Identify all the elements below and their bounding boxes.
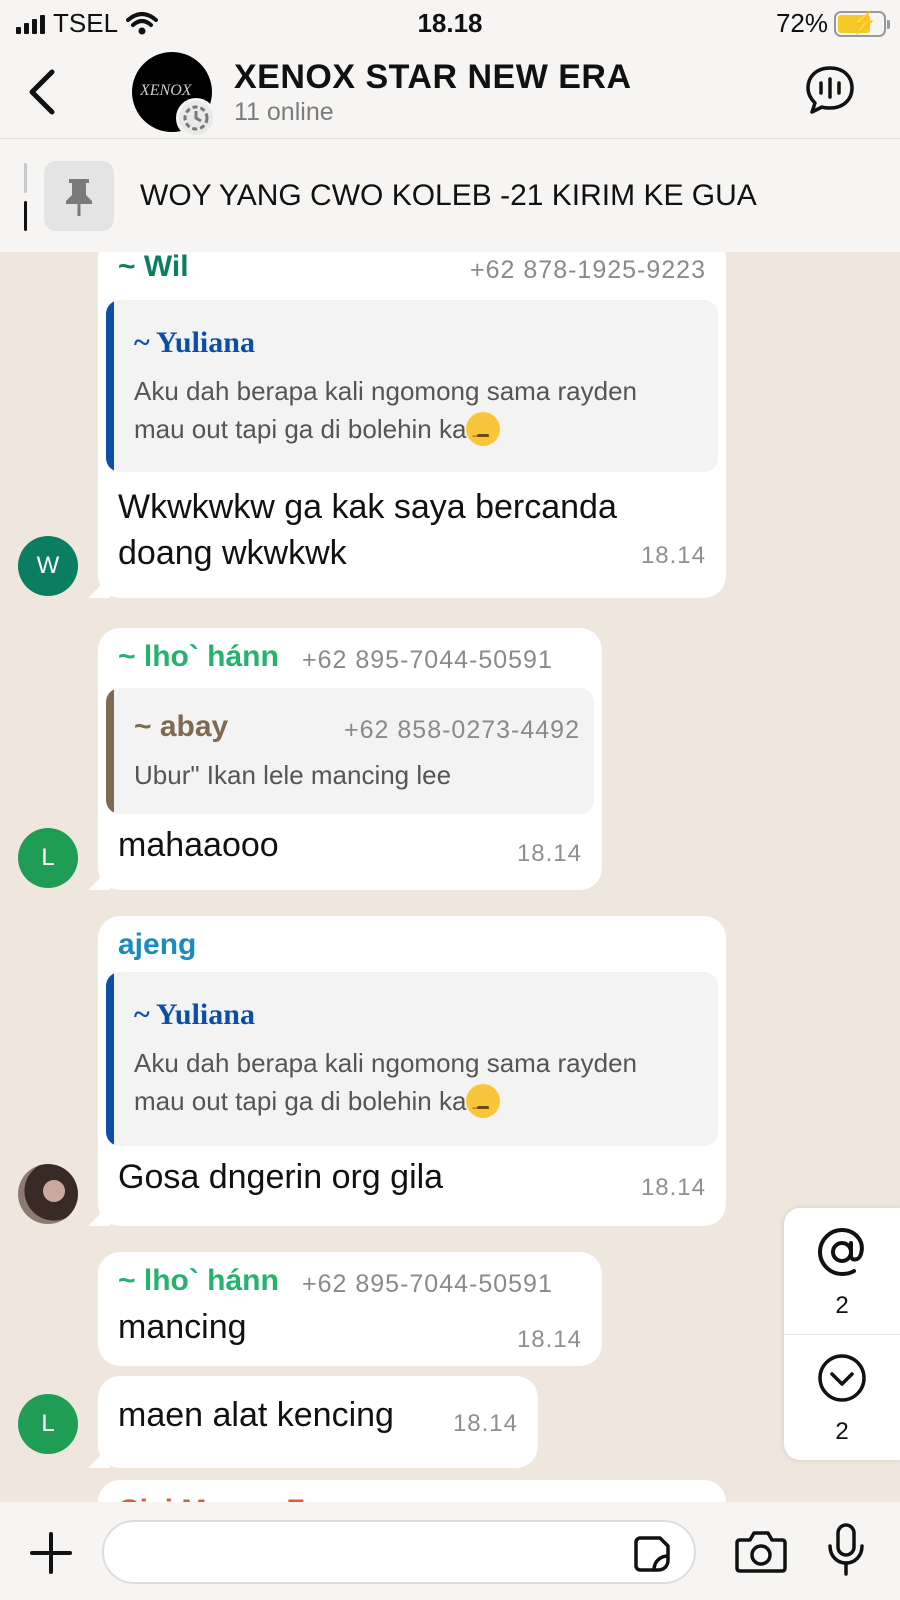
- camera-icon[interactable]: [734, 1528, 788, 1574]
- back-icon[interactable]: [22, 62, 62, 122]
- scroll-down-icon[interactable]: [816, 1352, 868, 1404]
- quoted-message[interactable]: ~ Yuliana Aku dah berapa kali ngomong sa…: [106, 300, 718, 472]
- message-time: 18.14: [516, 840, 582, 867]
- quote-line: mau out tapi ga di bolehin ka: [134, 1086, 467, 1116]
- quote-line: Aku dah berapa kali ngomong sama rayden: [134, 1048, 637, 1078]
- message-line: Wkwkwkw ga kak saya bercanda: [118, 488, 617, 526]
- sender-phone: +62 878-1925-9223: [470, 256, 706, 284]
- quoted-message[interactable]: ~ Yuliana Aku dah berapa kali ngomong sa…: [106, 972, 718, 1146]
- status-bar: TSEL 18.18 72% ⚡: [0, 0, 900, 46]
- sender-name[interactable]: ajeng: [118, 928, 196, 962]
- message-time: 18.14: [452, 1410, 518, 1437]
- battery-icon: ⚡: [834, 10, 890, 37]
- message-bubble[interactable]: ~ lho` hánn +62 895-7044-50591 ~ abay +6…: [98, 628, 602, 890]
- message-text: maen alat kencing: [118, 1396, 394, 1434]
- quote-sender: ~ abay: [134, 710, 229, 743]
- sender-phone: +62 895-7044-50591: [302, 646, 553, 674]
- message-text: Gosa dngerin org gila: [118, 1158, 444, 1196]
- composer-bar: [0, 1502, 900, 1600]
- quote-phone: +62 858-0273-4492: [344, 716, 580, 744]
- quote-sender: ~ Yuliana: [134, 998, 255, 1031]
- sender-name[interactable]: ~ Wil: [118, 252, 189, 284]
- avatar[interactable]: L: [18, 828, 78, 888]
- battery-percent: 72%: [775, 8, 828, 38]
- chat-header: XENOX XENOX STAR NEW ERA 11 online: [0, 46, 900, 138]
- message-bubble[interactable]: ~ Wil +62 878-1925-9223 ~ Yuliana Aku da…: [98, 252, 726, 598]
- pinned-text: WOY YANG CWO KOLEB -21 KIRIM KE GUA: [140, 179, 757, 212]
- clock: 18.18: [417, 8, 483, 38]
- status-right: 72% ⚡: [775, 8, 890, 39]
- quote-line: mau out tapi ga di bolehin ka: [134, 414, 467, 444]
- message-text: mahaaooo: [118, 826, 279, 864]
- sender-name[interactable]: ~ lho` hánn: [118, 1264, 279, 1298]
- group-logo-text: XENOX: [140, 82, 192, 99]
- message-text: Wkwkwkw ga kak saya bercanda doang wkwkw…: [118, 484, 617, 576]
- group-title[interactable]: XENOX STAR NEW ERA: [234, 58, 632, 97]
- pin-indicator: [24, 163, 28, 231]
- quote-text: Aku dah berapa kali ngomong sama rayden …: [134, 1044, 704, 1126]
- message-line: doang wkwkwk: [118, 534, 347, 572]
- voice-chat-icon[interactable]: [804, 64, 856, 116]
- microphone-icon[interactable]: [826, 1522, 866, 1578]
- unamused-emoji-icon: [466, 412, 501, 454]
- quote-bar: [106, 688, 114, 814]
- avatar-photo[interactable]: [18, 1164, 78, 1224]
- pinned-message-bar[interactable]: WOY YANG CWO KOLEB -21 KIRIM KE GUA: [0, 138, 900, 252]
- message-input[interactable]: [102, 1520, 696, 1584]
- unamused-emoji-icon: [466, 1084, 501, 1126]
- message-bubble[interactable]: Cici Meong Zunor: [98, 1480, 726, 1502]
- quote-text: Ubur" Ikan lele mancing lee: [134, 760, 452, 790]
- sticker-icon[interactable]: [632, 1534, 672, 1574]
- quote-bar: [106, 972, 114, 1146]
- pin-icon: [44, 161, 114, 231]
- quote-sender: ~ Yuliana: [134, 326, 255, 359]
- message-bubble[interactable]: maen alat kencing 18.14: [98, 1376, 538, 1468]
- jump-controls: 2 2: [784, 1208, 900, 1460]
- sender-phone: +62 895-7044-50591: [302, 1270, 553, 1298]
- at-icon[interactable]: [816, 1226, 868, 1278]
- quote-text: Aku dah berapa kali ngomong sama rayden …: [134, 372, 704, 454]
- plus-icon[interactable]: [28, 1530, 74, 1576]
- avatar[interactable]: W: [18, 536, 78, 596]
- sender-name[interactable]: ~ lho` hánn: [118, 640, 279, 674]
- unread-count: 2: [835, 1418, 849, 1445]
- message-time: 18.14: [640, 1174, 706, 1201]
- quote-bar: [106, 300, 114, 472]
- message-text: mancing: [118, 1308, 247, 1346]
- message-list[interactable]: ~ Wil +62 878-1925-9223 ~ Yuliana Aku da…: [0, 252, 900, 1502]
- quoted-message[interactable]: ~ abay +62 858-0273-4492 Ubur" Ikan lele…: [106, 688, 594, 814]
- online-count: 11 online: [234, 98, 334, 126]
- message-bubble[interactable]: ajeng ~ Yuliana Aku dah berapa kali ngom…: [98, 916, 726, 1226]
- message-bubble[interactable]: ~ lho` hánn +62 895-7044-50591 mancing 1…: [98, 1252, 602, 1366]
- mention-count: 2: [835, 1292, 849, 1319]
- message-time: 18.14: [516, 1326, 582, 1353]
- community-badge-icon: [176, 98, 216, 138]
- quote-line: Aku dah berapa kali ngomong sama rayden: [134, 376, 637, 406]
- sender-name[interactable]: Cici Meong Zunor: [118, 1494, 371, 1502]
- avatar[interactable]: L: [18, 1394, 78, 1454]
- message-time: 18.14: [640, 542, 706, 569]
